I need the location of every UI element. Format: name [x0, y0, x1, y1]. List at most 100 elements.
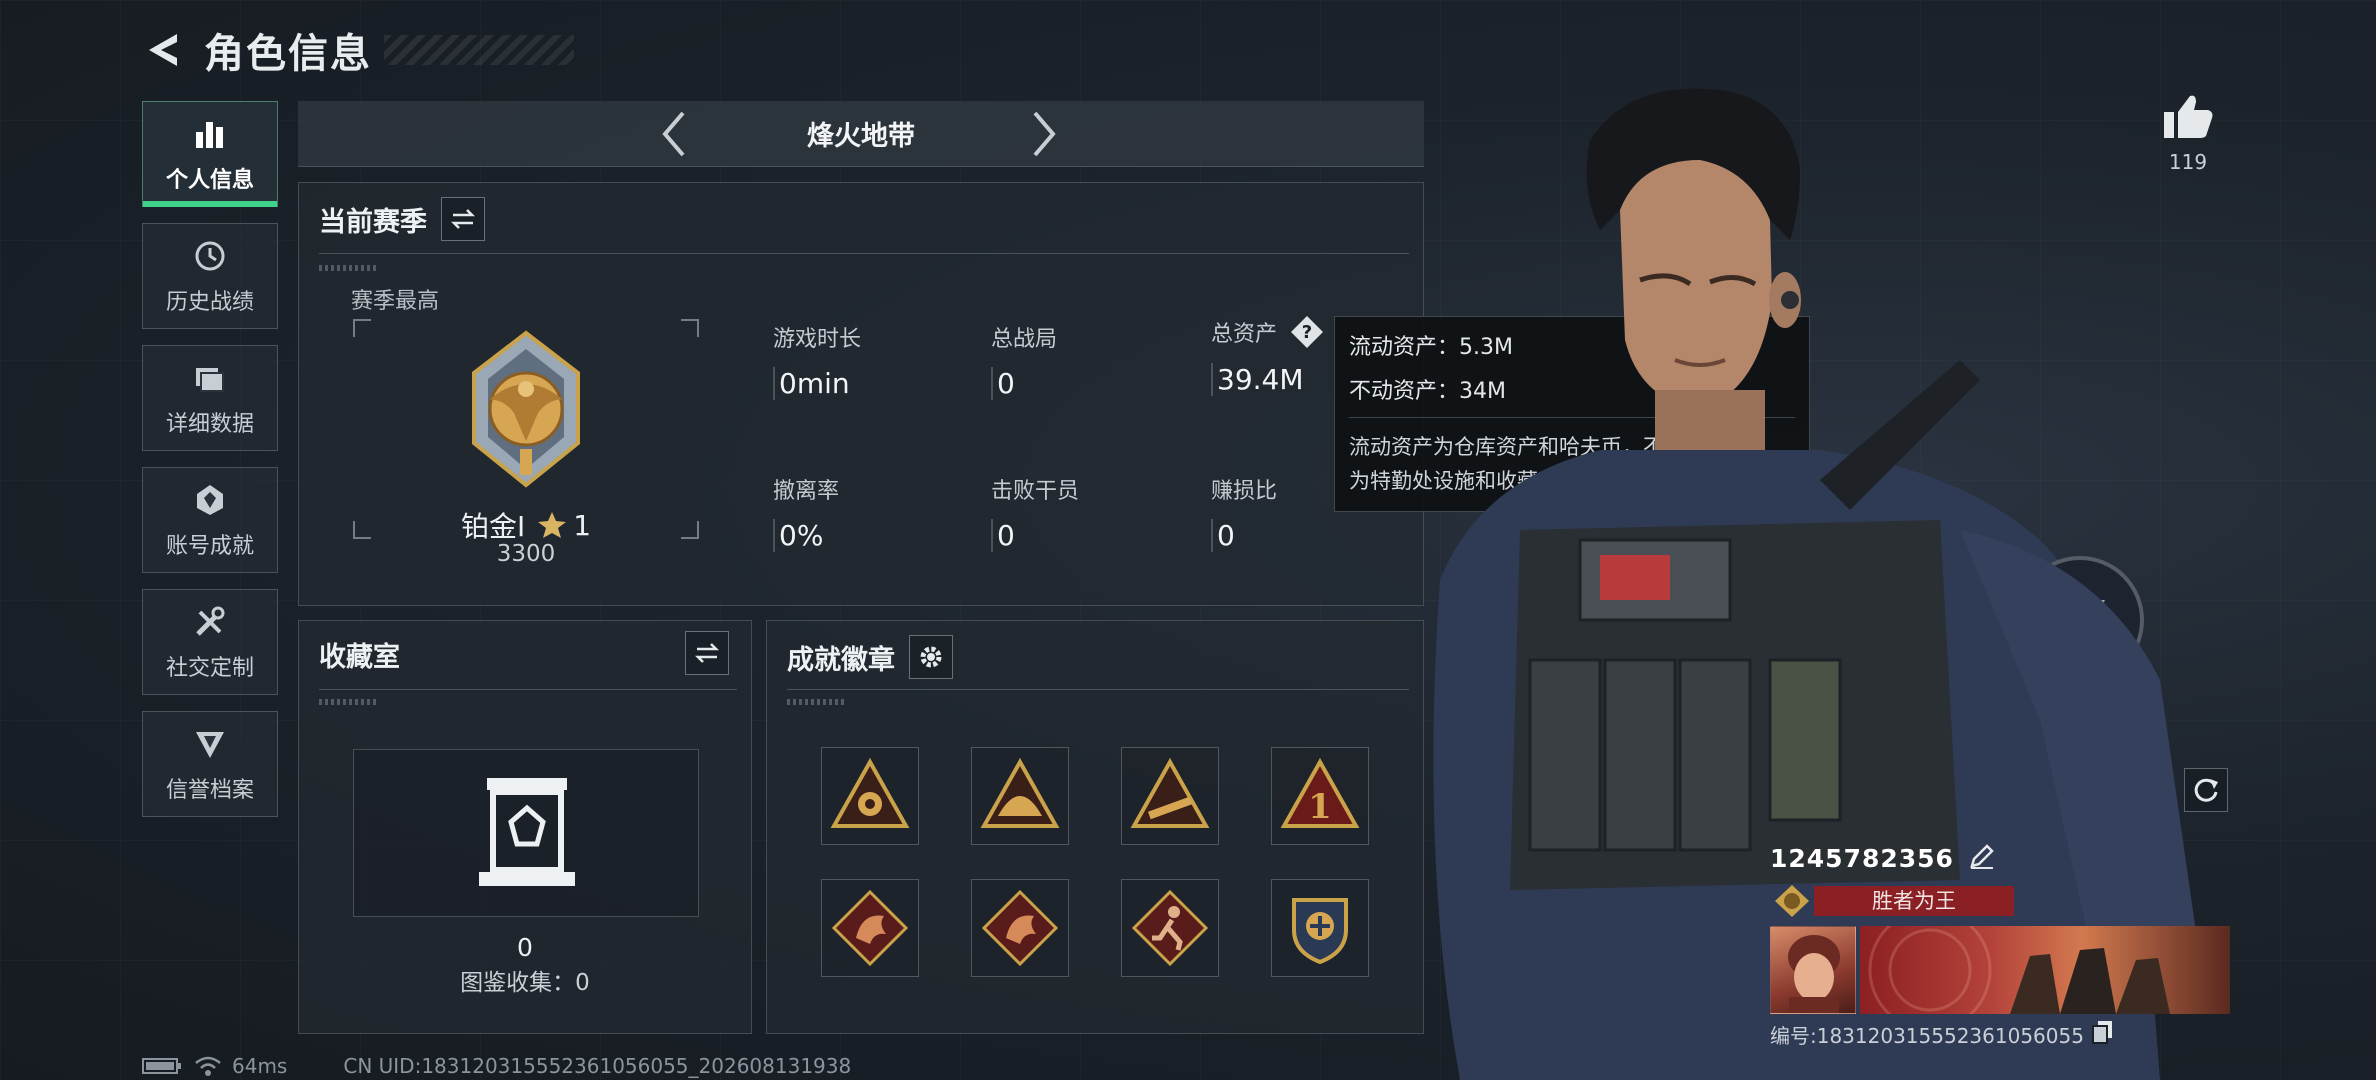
- rank-emblem-icon: [472, 330, 580, 488]
- sidebar-item-label: 社交定制: [165, 656, 254, 681]
- chevron-right-icon: [1033, 111, 1056, 156]
- page-header: 角色信息: [140, 20, 574, 80]
- sidebar-item-history[interactable]: 历史战绩: [142, 223, 278, 329]
- copy-id-button[interactable]: [2091, 1020, 2114, 1049]
- badges-panel: 成就徽章 1: [766, 620, 1424, 1034]
- sidebar-item-profile[interactable]: 个人信息: [142, 101, 278, 207]
- mode-next-button[interactable]: [1024, 109, 1064, 159]
- stat-label: 赚损比: [1211, 479, 1278, 504]
- badges-title: 成就徽章: [787, 644, 895, 676]
- sidebar-item-social[interactable]: 社交定制: [142, 589, 278, 695]
- switch-season-button[interactable]: [441, 197, 485, 241]
- badge-4[interactable]: 1: [1271, 747, 1369, 845]
- season-panel-header: 当前赛季: [319, 197, 485, 241]
- player-banner[interactable]: [1770, 926, 2230, 1014]
- bar-chart-icon: [190, 114, 230, 154]
- sidebar-item-achievements[interactable]: 账号成就: [142, 467, 278, 573]
- stat-value: 39.4M: [1211, 363, 1324, 396]
- stat-label: 撤离率: [773, 479, 840, 504]
- stat-total-assets: 总资产 ? 39.4M: [1211, 315, 1324, 396]
- sidebar-item-details[interactable]: 详细数据: [142, 345, 278, 451]
- divider: [319, 689, 737, 690]
- dragon-badge-icon: [981, 889, 1059, 967]
- folder-icon: [190, 358, 230, 398]
- stat-label: 击败干员: [991, 479, 1080, 504]
- badge-2[interactable]: [971, 747, 1069, 845]
- rank-name-row: 铂金Ⅰ 1: [353, 505, 699, 545]
- achievement-icon: [190, 480, 230, 520]
- badge-6[interactable]: [971, 879, 1069, 977]
- battery-icon: [142, 1058, 181, 1074]
- badges-panel-header: 成就徽章: [787, 635, 953, 679]
- credit-shield-icon: [190, 724, 230, 764]
- thumbs-up-icon: [2164, 95, 2213, 138]
- chevron-left-icon: [662, 111, 685, 156]
- stat-label-row: 总资产 ?: [1211, 315, 1324, 355]
- badge-settings-button[interactable]: [909, 635, 953, 679]
- display-case-icon: [479, 778, 575, 886]
- swap-icon: [694, 643, 720, 663]
- collection-panel: 收藏室 0 图鉴收集：0: [298, 620, 752, 1034]
- banner-image: [1860, 926, 2230, 1014]
- stat-value: 0: [1211, 519, 1277, 552]
- mode-prev-button[interactable]: [654, 109, 694, 159]
- frame-corner: [681, 319, 699, 337]
- stat-label: 游戏时长: [773, 327, 862, 352]
- season-title: 当前赛季: [319, 206, 427, 238]
- collection-title: 收藏室: [319, 642, 400, 673]
- collection-display[interactable]: [353, 749, 699, 917]
- collection-count: 0: [517, 933, 533, 962]
- badge-7[interactable]: [1121, 879, 1219, 977]
- divider-dots: [319, 265, 379, 271]
- switch-collection-button[interactable]: [685, 631, 729, 675]
- rank-score: 3300: [496, 541, 556, 567]
- sidebar-item-label: 历史战绩: [165, 290, 254, 315]
- svg-text:?: ?: [1302, 322, 1312, 343]
- back-button[interactable]: [140, 27, 186, 73]
- sidebar: 个人信息 历史战绩 详细数据 账号成就 社交定制 信誉档案: [142, 101, 278, 833]
- sidebar-item-label: 账号成就: [165, 534, 254, 559]
- like-button[interactable]: 119: [2156, 92, 2220, 174]
- player-title: 胜者为王: [1814, 886, 2014, 916]
- wifi-icon: [195, 1056, 221, 1076]
- divider-dots: [319, 699, 379, 705]
- star-icon: [538, 512, 567, 538]
- collection-panel-header: 收藏室: [319, 635, 400, 674]
- player-name-row: 1245782356: [1770, 836, 2230, 880]
- rank-name: 铂金Ⅰ: [460, 510, 526, 543]
- sidebar-item-credit[interactable]: 信誉档案: [142, 711, 278, 817]
- player-card: 1245782356 胜者为王 编号:183120315552361056055: [1770, 836, 2230, 1049]
- player-name: 1245782356: [1770, 843, 1954, 873]
- stat-playtime: 游戏时长 0min: [773, 321, 861, 400]
- stat-label: 总战局: [991, 327, 1058, 352]
- pencil-icon: [1970, 844, 1994, 869]
- status-bar: 64ms CN UID:183120315552361056055_202608…: [142, 1054, 851, 1078]
- badge-3[interactable]: [1121, 747, 1219, 845]
- mode-selector: 烽火地带: [298, 101, 1424, 167]
- history-icon: [190, 236, 230, 276]
- stat-value: 0: [991, 367, 1057, 400]
- badge-5[interactable]: [821, 879, 919, 977]
- player-id: 编号:183120315552361056055: [1770, 1024, 2084, 1048]
- page-title: 角色信息: [204, 31, 372, 77]
- stat-extraction-rate: 撤离率 0%: [773, 473, 839, 552]
- help-icon[interactable]: ?: [1290, 315, 1324, 355]
- badge-1[interactable]: [821, 747, 919, 845]
- frame-corner: [353, 319, 371, 337]
- copy-icon: [2091, 1021, 2112, 1044]
- badge-8[interactable]: [1271, 879, 1369, 977]
- avatar: [1770, 926, 1856, 1014]
- flower-badge-icon: [830, 757, 910, 828]
- title-decoration: [384, 35, 574, 65]
- divider: [787, 689, 1409, 690]
- refresh-button[interactable]: [2184, 768, 2228, 812]
- sidebar-item-label: 详细数据: [165, 412, 254, 437]
- swap-icon: [450, 209, 476, 229]
- stat-profit-ratio: 赚损比 0: [1211, 473, 1277, 552]
- sidebar-item-label: 个人信息: [165, 168, 254, 193]
- season-subtitle: 赛季最高: [351, 289, 440, 314]
- stat-value: 0: [991, 519, 1079, 552]
- stat-value: 0min: [773, 367, 861, 400]
- stat-label: 总资产: [1211, 322, 1278, 347]
- edit-name-button[interactable]: [1968, 842, 1996, 874]
